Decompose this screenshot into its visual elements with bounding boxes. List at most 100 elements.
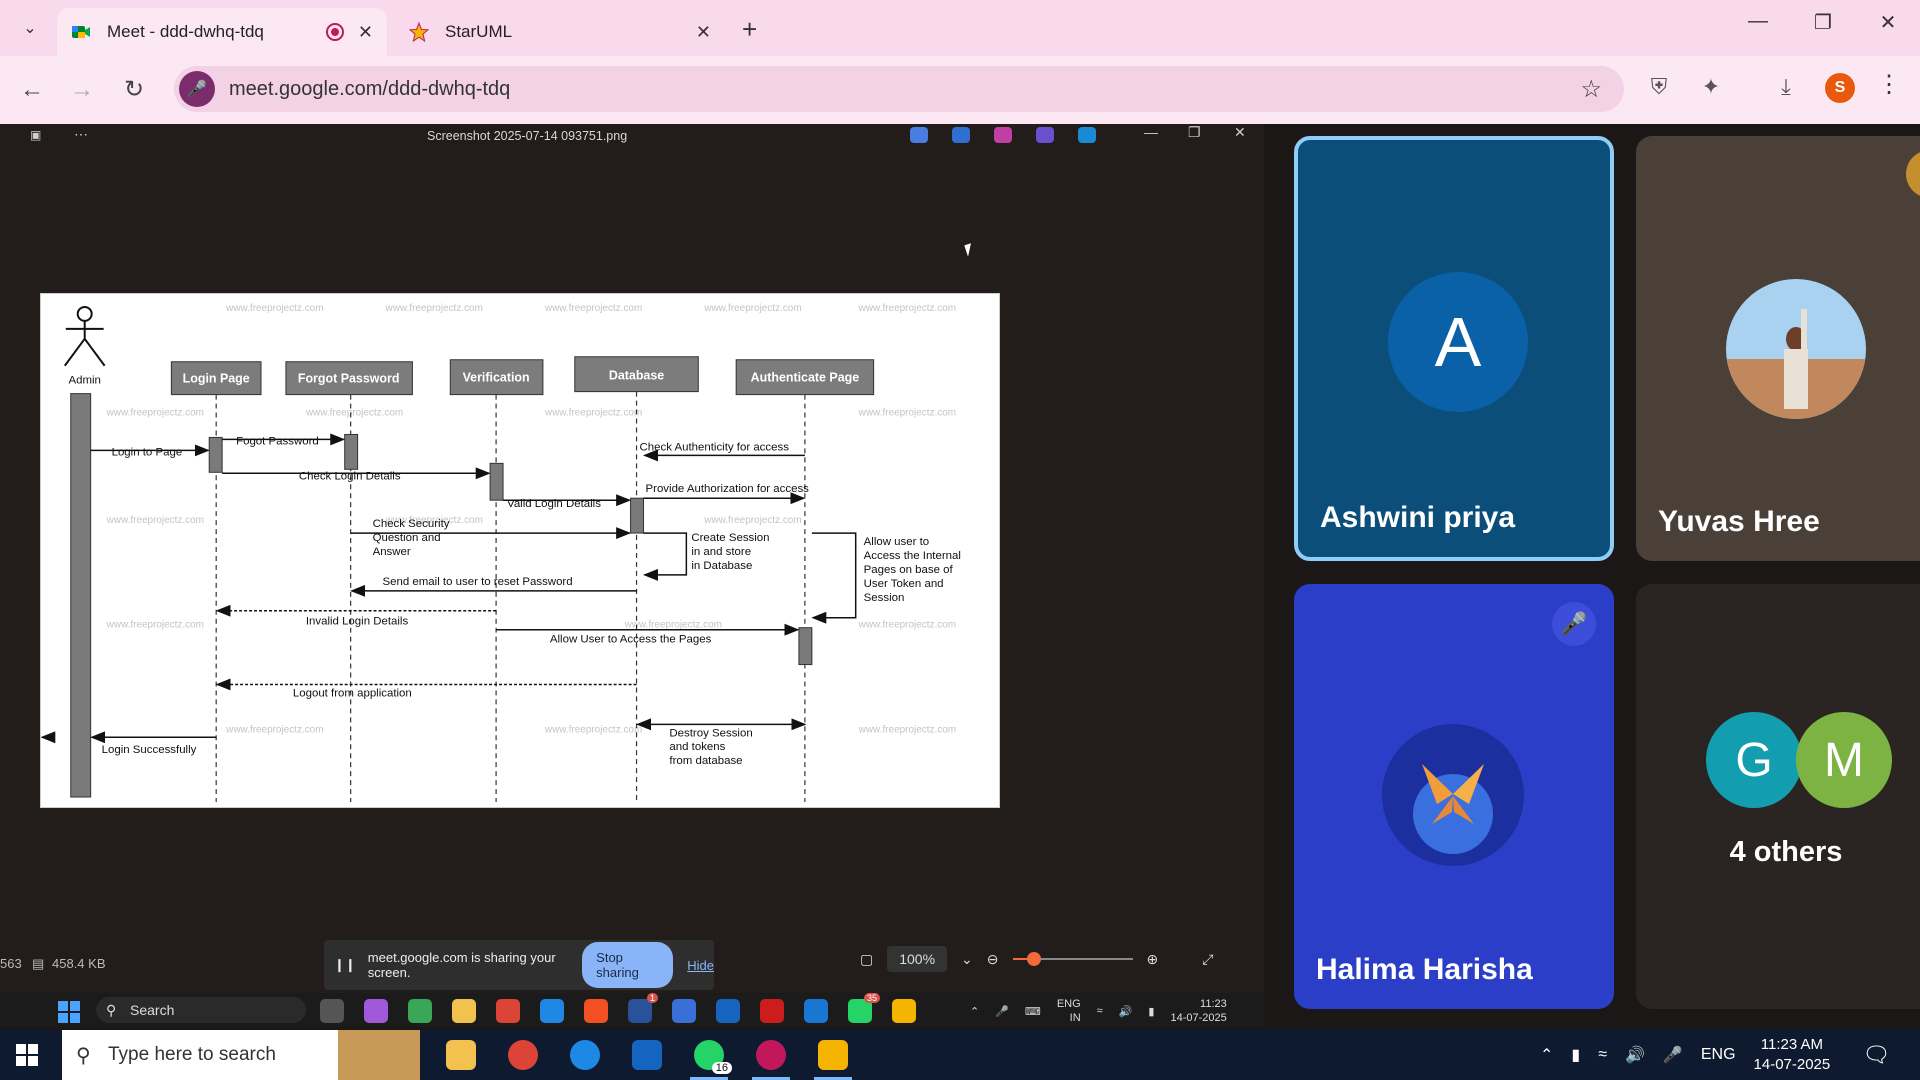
battery-icon[interactable]: ▮ [1571,1045,1580,1065]
opera-icon [760,999,784,1023]
lifeline-label: Database [609,369,664,383]
shared-search-label: Search [130,1002,175,1018]
microphone-in-use-icon[interactable]: 🎤 [179,71,215,107]
participant-name: Halima Harisha [1316,953,1533,986]
message-label: Allow User to Access the Pages [550,634,712,646]
browser-toolbar: ← → ↻ 🎤 meet.google.com/ddd-dwhq-tdq ☆ ⛨… [0,56,1920,124]
watermark-text: www.freeprojectz.com [106,408,204,419]
url-text: meet.google.com/ddd-dwhq-tdq [229,77,511,100]
taskbar-search-box[interactable]: ⚲ Type here to search [62,1030,420,1080]
viewer-app-shortcuts [910,127,1096,143]
taskbar-file-explorer[interactable] [430,1030,492,1080]
tab-staruml[interactable]: StarUML ✕ [395,8,725,56]
participant-tile-ashwini[interactable]: A Ashwini priya [1294,136,1614,561]
system-tray: ⌃ ▮ ≈ 🔊 🎤 ENG 11:23 AM 14-07-2025 🗨 [1540,1030,1890,1080]
back-arrow-icon[interactable]: ← [14,72,50,108]
address-bar[interactable]: 🎤 meet.google.com/ddd-dwhq-tdq ☆ [174,66,1624,112]
tray-overflow-chevron-icon[interactable]: ⌃ [1540,1045,1553,1065]
others-avatar-m: M [1796,712,1892,808]
close-window-icon[interactable]: ✕ [1868,10,1908,35]
lifeline-label: Login Page [183,372,250,386]
message-label: in and store [691,546,751,558]
hide-share-bar-button[interactable]: Hide [687,958,714,973]
search-highlight-image-icon [338,1030,420,1080]
language-indicator[interactable]: ENG [1701,1046,1736,1064]
google-meet-icon [72,26,90,38]
notification-center-icon[interactable]: 🗨 [1862,1042,1890,1068]
participant-tile-others[interactable]: G M 4 others [1636,584,1920,1009]
taskbar-whatsapp[interactable]: 16 [678,1030,740,1080]
participant-name: Yuvas Hree [1658,505,1820,538]
tab-staruml-close-icon[interactable]: ✕ [696,22,711,43]
tab-meet-close-icon[interactable]: ✕ [358,22,373,43]
windows-start-icon[interactable] [16,1044,38,1066]
teams-icon: 1 [628,993,658,1023]
stop-sharing-button[interactable]: Stop sharing [582,942,674,988]
message-label: User Token and [864,578,944,590]
forward-arrow-icon[interactable]: → [64,72,100,108]
restore-icon[interactable]: ❐ [1803,10,1843,35]
taskbar-chrome-profile[interactable] [740,1030,802,1080]
zoom-dropdown-chevron-icon: ⌄ [961,950,973,967]
copilot-icon [910,127,928,143]
drag-handle-icon[interactable]: ❙❙ [334,957,356,973]
profile-avatar[interactable]: S [1825,73,1855,103]
taskbar-clock[interactable]: 11:23 AM 14-07-2025 [1754,1035,1831,1075]
message-label: Pages on base of [864,564,954,576]
onedrive-icon [1078,127,1096,143]
staruml-app-icon [892,999,916,1023]
tab-search-chevron-icon[interactable]: ⌄ [14,12,46,44]
share-message: meet.google.com is sharing your screen. [367,950,556,980]
message-label: Login to Page [112,446,183,458]
download-icon[interactable]: ⤓ [1770,74,1802,100]
watermark-text: www.freeprojectz.com [106,515,204,526]
participant-tile-yuvas[interactable]: Yuvas Hree [1636,136,1920,561]
wifi-icon[interactable]: ≈ [1598,1046,1607,1064]
minimize-icon[interactable]: — [1738,10,1778,33]
admin-activation-bar [70,393,92,798]
tray-volume-icon: 🔊 [1118,1005,1133,1018]
shared-screen-taskbar: ⚲ Search 1 35 ⌃ 🎤 ⌨ ENG IN ≈ 🔊 ▮ 11:23 1… [0,993,1264,1027]
participant-avatar: A [1388,272,1528,412]
message-label: Access the Internal [864,550,961,562]
reload-icon[interactable]: ↻ [116,72,152,108]
message-label: and tokens [669,741,725,753]
fullscreen-icon: ⤢ [1202,950,1214,967]
microphone-icon[interactable]: 🎤 [1663,1045,1683,1065]
watermark-text: www.freeprojectz.com [858,303,956,314]
viewer-file-title: Screenshot 2025-07-14 093751.png [427,129,628,143]
vscode-icon [716,999,740,1023]
tab-meet[interactable]: Meet - ddd-dwhq-tdq ✕ [57,8,387,56]
shared-language-indicator: ENG IN [1056,998,1081,1024]
message-label: Answer [373,546,411,558]
taskbar-vscode[interactable] [616,1030,678,1080]
lifeline-label: Verification [463,371,530,385]
vscode-icon [632,1040,662,1070]
tray-wifi-icon: ≈ [1096,1005,1103,1017]
whatsapp-badge: 16 [711,1062,732,1074]
bookmark-star-icon[interactable]: ☆ [1580,75,1602,104]
participant-tile-halima[interactable]: 🎤 Halima Harisha [1294,584,1614,1009]
search-icon: ⚲ [76,1044,91,1067]
file-explorer-icon [446,1040,476,1070]
taskbar-staruml[interactable] [802,1030,864,1080]
tray-mic-icon: 🎤 [995,1005,1009,1018]
volume-icon[interactable]: 🔊 [1625,1045,1645,1065]
message-label: Destroy Session [669,727,752,739]
store-icon [584,999,608,1023]
tray-battery-icon: ▮ [1148,1005,1155,1018]
taskbar-edge[interactable] [554,1030,616,1080]
taskbar-chrome[interactable] [492,1030,554,1080]
extensions-puzzle-icon[interactable]: ✦ [1695,74,1727,100]
fit-to-window-icon: ▢ [860,950,874,967]
watermark-text: www.freeprojectz.com [858,408,956,419]
whatsapp-badge: 35 [863,993,880,1003]
watermark-text: www.freeprojectz.com [106,620,204,631]
taskbar-apps: 16 [430,1030,864,1080]
shield-extension-icon[interactable]: ⛨ [1643,74,1675,100]
more-menu-icon[interactable]: ⋮ [1877,70,1901,99]
message-label: in Database [691,560,752,572]
save-disk-icon: ▤ [32,956,45,971]
new-tab-plus-icon[interactable]: + [742,14,757,45]
refresh-app-icon [408,999,432,1023]
